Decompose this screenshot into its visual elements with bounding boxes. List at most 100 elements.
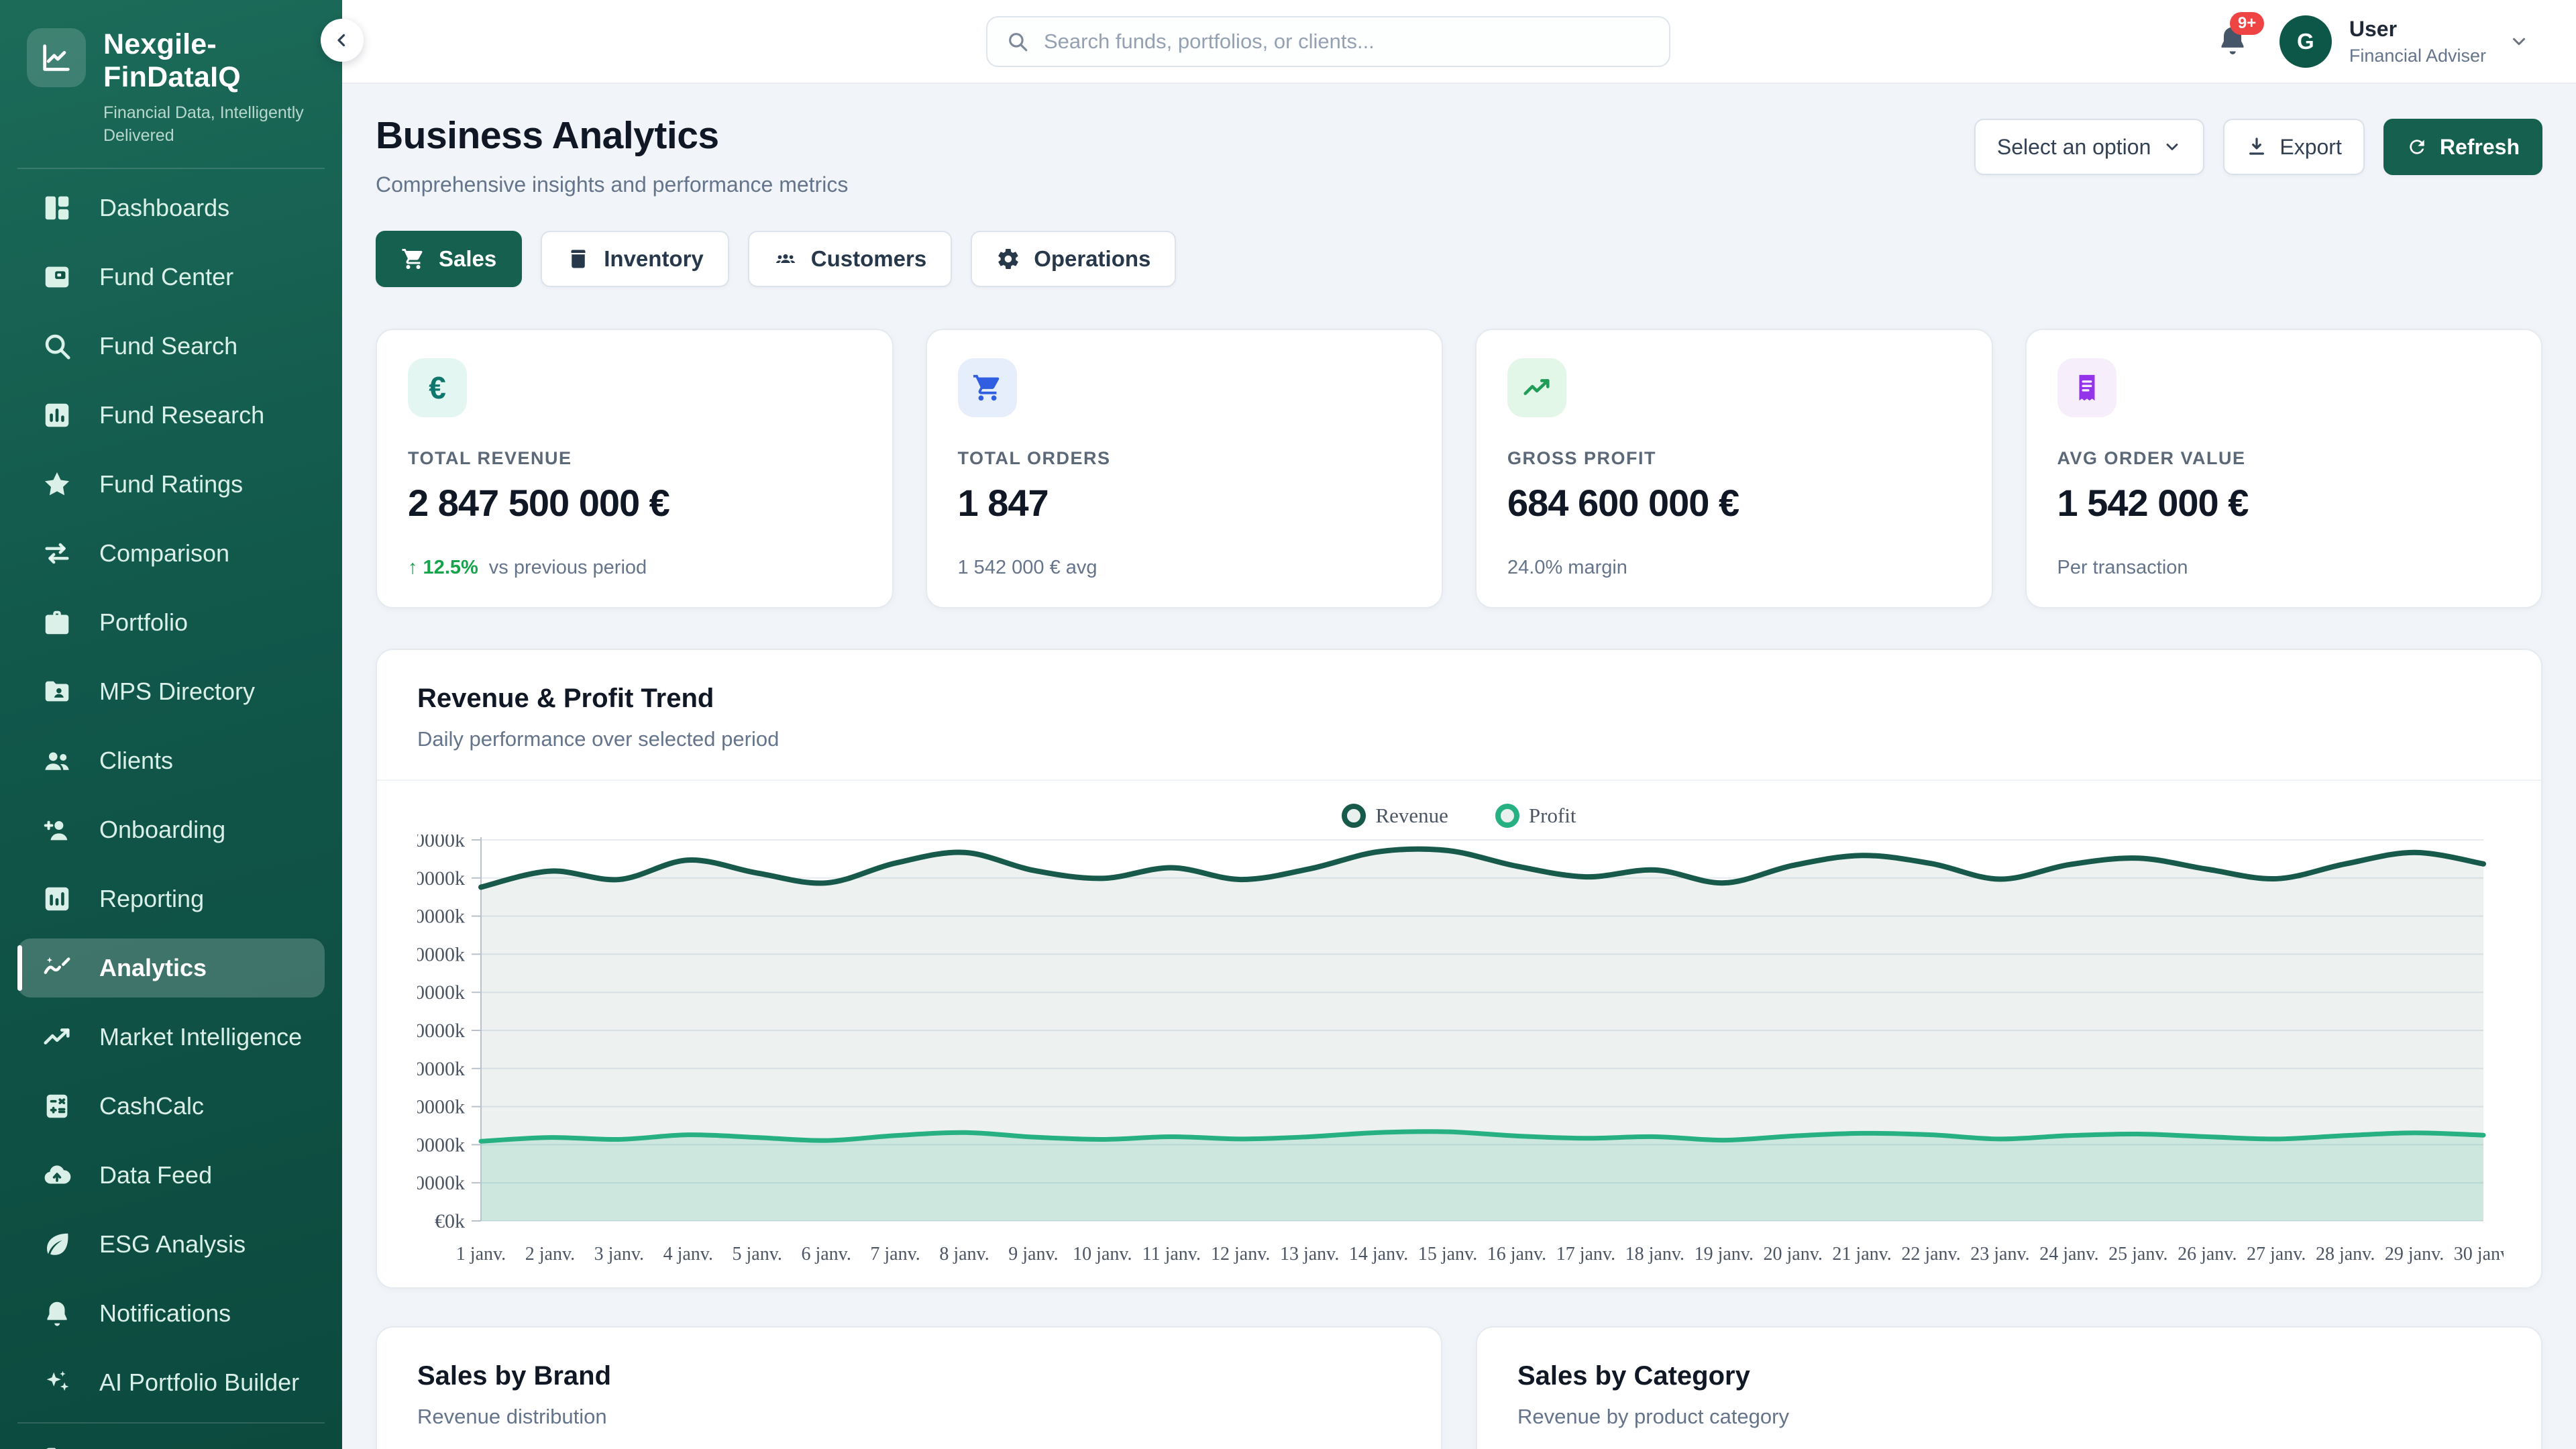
svg-text:7 janv.: 7 janv.: [870, 1244, 920, 1265]
svg-text:9 janv.: 9 janv.: [1008, 1244, 1058, 1265]
svg-text:1 janv.: 1 janv.: [456, 1244, 506, 1265]
sidebar-item-label: Reporting: [99, 885, 204, 913]
legend-item-revenue[interactable]: Revenue: [1342, 804, 1448, 828]
page-title: Business Analytics: [376, 113, 848, 158]
svg-text:17 janv.: 17 janv.: [1556, 1244, 1615, 1265]
sidebar-item-market-intelligence[interactable]: Market Intelligence: [17, 1008, 325, 1067]
notifications-button[interactable]: 9+: [2215, 23, 2250, 60]
tab-operations[interactable]: Operations: [971, 231, 1176, 287]
svg-text:21 janv.: 21 janv.: [1832, 1244, 1891, 1265]
svg-text:24 janv.: 24 janv.: [2039, 1244, 2098, 1265]
logout-icon: [40, 1443, 74, 1449]
sidebar-item-fund-search[interactable]: Fund Search: [17, 317, 325, 376]
gear-icon: [996, 247, 1020, 271]
brand-card-subtitle: Revenue distribution: [417, 1405, 1401, 1429]
sidebar-item-cashcalc[interactable]: CashCalc: [17, 1077, 325, 1136]
sidebar-item-comparison[interactable]: Comparison: [17, 524, 325, 583]
svg-text:3 janv.: 3 janv.: [594, 1244, 644, 1265]
star-icon: [40, 468, 74, 501]
svg-text:€30000k: €30000k: [417, 1096, 465, 1118]
trending-icon: [1507, 358, 1566, 417]
kpi-value: 1 847: [958, 481, 1411, 525]
svg-text:22 janv.: 22 janv.: [1901, 1244, 1960, 1265]
avatar: G: [2279, 15, 2332, 68]
header-controls: Select an option Export Refresh: [1974, 119, 2542, 175]
cloud-icon: [40, 1159, 74, 1192]
export-button[interactable]: Export: [2223, 119, 2364, 175]
bell-icon: [40, 1297, 74, 1330]
period-select[interactable]: Select an option: [1974, 119, 2205, 175]
export-label: Export: [2279, 135, 2341, 160]
svg-text:€100000k: €100000k: [417, 835, 465, 851]
sidebar-item-label: Fund Center: [99, 263, 233, 291]
tab-customers[interactable]: Customers: [748, 231, 952, 287]
svg-text:5 janv.: 5 janv.: [733, 1244, 782, 1265]
sparkles-icon: [40, 1366, 74, 1399]
legend-swatch: [1342, 804, 1366, 828]
sidebar-item-data-feed[interactable]: Data Feed: [17, 1146, 325, 1205]
svg-text:€60000k: €60000k: [417, 981, 465, 1004]
kpi-label: AVG ORDER VALUE: [2057, 448, 2511, 469]
svg-text:26 janv.: 26 janv.: [2178, 1244, 2237, 1265]
sidebar-item-esg-analysis[interactable]: ESG Analysis: [17, 1215, 325, 1274]
kpi-label: TOTAL REVENUE: [408, 448, 861, 469]
sidebar-item-label: MPS Directory: [99, 678, 255, 706]
chart-line-icon: [39, 40, 74, 75]
brand-card-header: Sales by Brand Revenue distribution: [377, 1328, 1441, 1449]
sidebar: Nexgile-FinDataIQ Financial Data, Intell…: [0, 0, 342, 1449]
trend-chart-body: RevenueProfit €100000k€90000k€80000k€700…: [377, 781, 2541, 1287]
sidebar-item-fund-research[interactable]: Fund Research: [17, 386, 325, 445]
sidebar-item-fund-center[interactable]: Fund Center: [17, 248, 325, 307]
svg-text:6 janv.: 6 janv.: [801, 1244, 851, 1265]
svg-text:2 janv.: 2 janv.: [525, 1244, 575, 1265]
sidebar-item-clients[interactable]: Clients: [17, 731, 325, 790]
global-search[interactable]: [986, 16, 1670, 67]
tab-inventory[interactable]: Inventory: [541, 231, 729, 287]
svg-text:€50000k: €50000k: [417, 1020, 465, 1042]
sidebar-item-fund-ratings[interactable]: Fund Ratings: [17, 455, 325, 514]
search-icon: [1006, 30, 1029, 53]
kpi-note: 1 542 000 € avg: [958, 557, 1097, 579]
svg-text:30 janv.: 30 janv.: [2454, 1244, 2504, 1265]
group-icon: [773, 247, 798, 271]
sidebar-item-notifications[interactable]: Notifications: [17, 1284, 325, 1343]
svg-text:€0k: €0k: [435, 1210, 465, 1232]
tab-sales[interactable]: Sales: [376, 231, 522, 287]
svg-text:15 janv.: 15 janv.: [1418, 1244, 1477, 1265]
sidebar-item-analytics[interactable]: Analytics: [17, 938, 325, 998]
svg-text:€90000k: €90000k: [417, 867, 465, 890]
sidebar-item-dashboards[interactable]: Dashboards: [17, 178, 325, 237]
category-card-title: Sales by Category: [1517, 1361, 2501, 1391]
users-icon: [40, 744, 74, 777]
sidebar-item-label: Analytics: [99, 954, 207, 982]
kpi-sub: 24.0% margin: [1507, 557, 1961, 579]
receipt-icon: [2057, 358, 2116, 417]
topbar: 9+ G User Financial Adviser: [342, 0, 2576, 84]
tab-label: Operations: [1034, 246, 1150, 272]
sidebar-item-portfolio[interactable]: Portfolio: [17, 593, 325, 652]
refresh-button[interactable]: Refresh: [2383, 119, 2542, 175]
user-info: User Financial Adviser: [2349, 17, 2486, 66]
page-header-text: Business Analytics Comprehensive insight…: [376, 113, 848, 197]
user-role: Financial Adviser: [2349, 46, 2486, 66]
sidebar-collapse-button[interactable]: [321, 19, 364, 62]
sidebar-item-ai-portfolio-builder[interactable]: AI Portfolio Builder: [17, 1353, 325, 1412]
legend-item-profit[interactable]: Profit: [1495, 804, 1576, 828]
search-input[interactable]: [1044, 30, 1650, 54]
sidebar-item-label: Dashboards: [99, 194, 229, 222]
sidebar-item-onboarding[interactable]: Onboarding: [17, 800, 325, 859]
download-icon: [2246, 136, 2267, 158]
sidebar-item-label: CashCalc: [99, 1092, 204, 1120]
sidebar-item-mps-directory[interactable]: MPS Directory: [17, 662, 325, 721]
kpi-note: vs previous period: [489, 557, 647, 579]
refresh-icon: [2406, 136, 2428, 158]
trend-card-header: Revenue & Profit Trend Daily performance…: [377, 650, 2541, 781]
category-card: Sales by Category Revenue by product cat…: [1476, 1326, 2542, 1449]
sidebar-item-label: Portfolio: [99, 608, 188, 637]
sidebar-item-logout[interactable]: Logout: [17, 1430, 325, 1449]
user-name: User: [2349, 17, 2486, 42]
sidebar-item-reporting[interactable]: Reporting: [17, 869, 325, 928]
trending-icon: [40, 1020, 74, 1054]
user-menu[interactable]: G User Financial Adviser: [2279, 15, 2529, 68]
notification-badge: 9+: [2230, 12, 2264, 35]
